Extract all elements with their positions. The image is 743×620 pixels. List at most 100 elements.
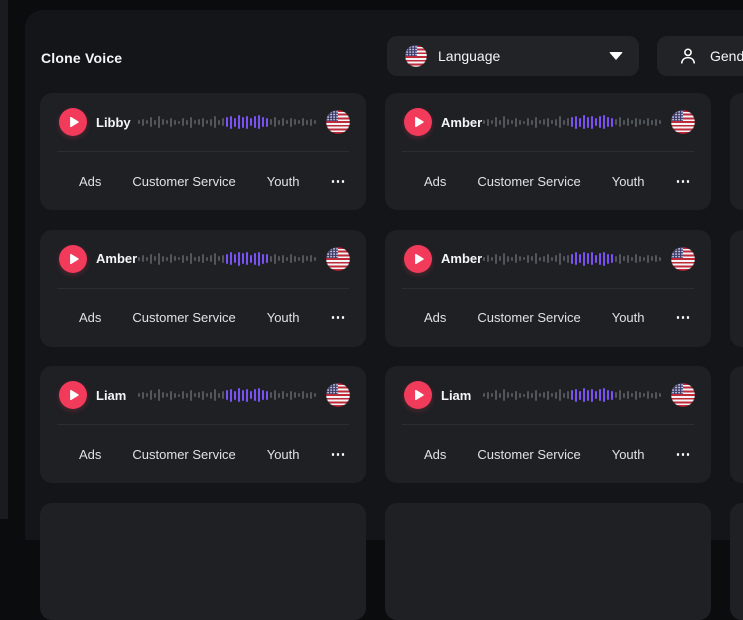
waveform-bar bbox=[647, 118, 649, 126]
waveform-bar bbox=[563, 120, 565, 125]
waveform-bar bbox=[515, 254, 517, 263]
waveform-bar bbox=[643, 257, 645, 261]
waveform-bar bbox=[607, 117, 609, 127]
play-button[interactable] bbox=[404, 381, 432, 409]
voice-card: Liam AdsCustomer ServiceYouth⋯ bbox=[385, 366, 711, 483]
more-options-button[interactable]: ⋯ bbox=[331, 174, 347, 189]
waveform-bar bbox=[551, 393, 553, 397]
waveform-bar bbox=[246, 116, 248, 129]
waveform-bar bbox=[254, 389, 256, 401]
gender-dropdown[interactable]: Gender bbox=[657, 36, 743, 76]
waveform-bar bbox=[226, 254, 228, 264]
more-options-button[interactable]: ⋯ bbox=[331, 447, 347, 462]
waveform-bar bbox=[539, 120, 541, 124]
waveform-bar bbox=[579, 118, 581, 127]
waveform-bar bbox=[274, 254, 276, 264]
waveform-bar bbox=[250, 391, 252, 399]
voice-card-top: Amber bbox=[385, 230, 711, 288]
waveform-bar bbox=[655, 119, 657, 126]
play-button[interactable] bbox=[59, 381, 87, 409]
waveform-icon bbox=[138, 387, 316, 403]
waveform-bar bbox=[647, 391, 649, 399]
waveform-bar bbox=[491, 393, 493, 397]
waveform-bar bbox=[266, 391, 268, 400]
waveform-bar bbox=[567, 391, 569, 399]
waveform-bar bbox=[218, 256, 220, 261]
waveform-bar bbox=[202, 254, 204, 263]
waveform-bar bbox=[186, 256, 188, 261]
more-options-button[interactable]: ⋯ bbox=[676, 310, 692, 325]
waveform-bar bbox=[523, 121, 525, 124]
waveform-bar bbox=[575, 116, 577, 129]
waveform-bar bbox=[178, 121, 180, 124]
waveform-bar bbox=[158, 116, 160, 128]
waveform-bar bbox=[591, 252, 593, 265]
us-flag-icon bbox=[326, 110, 350, 134]
waveform-bar bbox=[158, 389, 160, 401]
waveform-bar bbox=[595, 391, 597, 399]
waveform-bar bbox=[278, 256, 280, 261]
waveform-bar bbox=[190, 117, 192, 128]
waveform-bar bbox=[162, 119, 164, 125]
waveform-bar bbox=[262, 117, 264, 127]
waveform-bar bbox=[250, 255, 252, 263]
waveform-bar bbox=[651, 256, 653, 261]
waveform-bar bbox=[523, 394, 525, 397]
waveform-bar bbox=[302, 118, 304, 126]
waveform-bar bbox=[551, 120, 553, 124]
play-button[interactable] bbox=[59, 245, 87, 273]
waveform-bar bbox=[639, 392, 641, 398]
waveform-bar bbox=[202, 118, 204, 127]
waveform-bar bbox=[535, 390, 537, 401]
waveform-bar bbox=[150, 254, 152, 264]
waveform-bar bbox=[495, 117, 497, 127]
play-button[interactable] bbox=[404, 108, 432, 136]
waveform-bar bbox=[218, 120, 220, 125]
waveform-bar bbox=[270, 256, 272, 262]
voice-tag: Ads bbox=[79, 310, 101, 325]
voice-tag: Customer Service bbox=[132, 174, 235, 189]
waveform-bar bbox=[266, 118, 268, 127]
waveform-bar bbox=[519, 120, 521, 125]
voice-card-partial bbox=[730, 503, 743, 620]
waveform-bar bbox=[278, 393, 280, 398]
waveform-icon bbox=[483, 114, 661, 130]
waveform-bar bbox=[615, 119, 617, 125]
waveform-bar bbox=[639, 256, 641, 262]
waveform-bar bbox=[150, 117, 152, 127]
waveform-bar bbox=[186, 120, 188, 125]
waveform-bar bbox=[190, 253, 192, 264]
voice-card: Amber AdsCustomer ServiceYouth⋯ bbox=[385, 230, 711, 347]
voice-tag: Youth bbox=[612, 310, 645, 325]
waveform-bar bbox=[154, 120, 156, 125]
waveform-bar bbox=[603, 388, 605, 402]
waveform-bar bbox=[503, 116, 505, 128]
waveform-bar bbox=[298, 257, 300, 261]
waveform-bar bbox=[310, 119, 312, 126]
waveform-bar bbox=[234, 118, 236, 127]
voice-tag: Ads bbox=[424, 174, 446, 189]
waveform-bar bbox=[591, 389, 593, 402]
more-options-button[interactable]: ⋯ bbox=[676, 174, 692, 189]
waveform-bar bbox=[583, 115, 585, 129]
waveform-bar bbox=[547, 391, 549, 400]
waveform-bar bbox=[258, 252, 260, 266]
waveform-bar bbox=[306, 256, 308, 261]
voice-tag: Customer Service bbox=[132, 447, 235, 462]
language-dropdown[interactable]: Language bbox=[387, 36, 639, 76]
waveform-bar bbox=[218, 393, 220, 398]
waveform-bar bbox=[511, 120, 513, 124]
play-button[interactable] bbox=[59, 108, 87, 136]
play-button[interactable] bbox=[404, 245, 432, 273]
more-options-button[interactable]: ⋯ bbox=[331, 310, 347, 325]
waveform-bar bbox=[555, 255, 557, 262]
voice-card-top: Amber bbox=[40, 230, 366, 288]
voice-grid: Libby Ads Customer Service Youth ⋯ Amber Ad… bbox=[40, 93, 743, 620]
waveform-bar bbox=[214, 389, 216, 401]
voice-name: Libby bbox=[96, 115, 138, 130]
waveform-bar bbox=[571, 117, 573, 127]
more-options-button[interactable]: ⋯ bbox=[676, 447, 692, 462]
waveform-bar bbox=[563, 393, 565, 398]
waveform-bar bbox=[655, 255, 657, 262]
waveform-bar bbox=[182, 118, 184, 126]
